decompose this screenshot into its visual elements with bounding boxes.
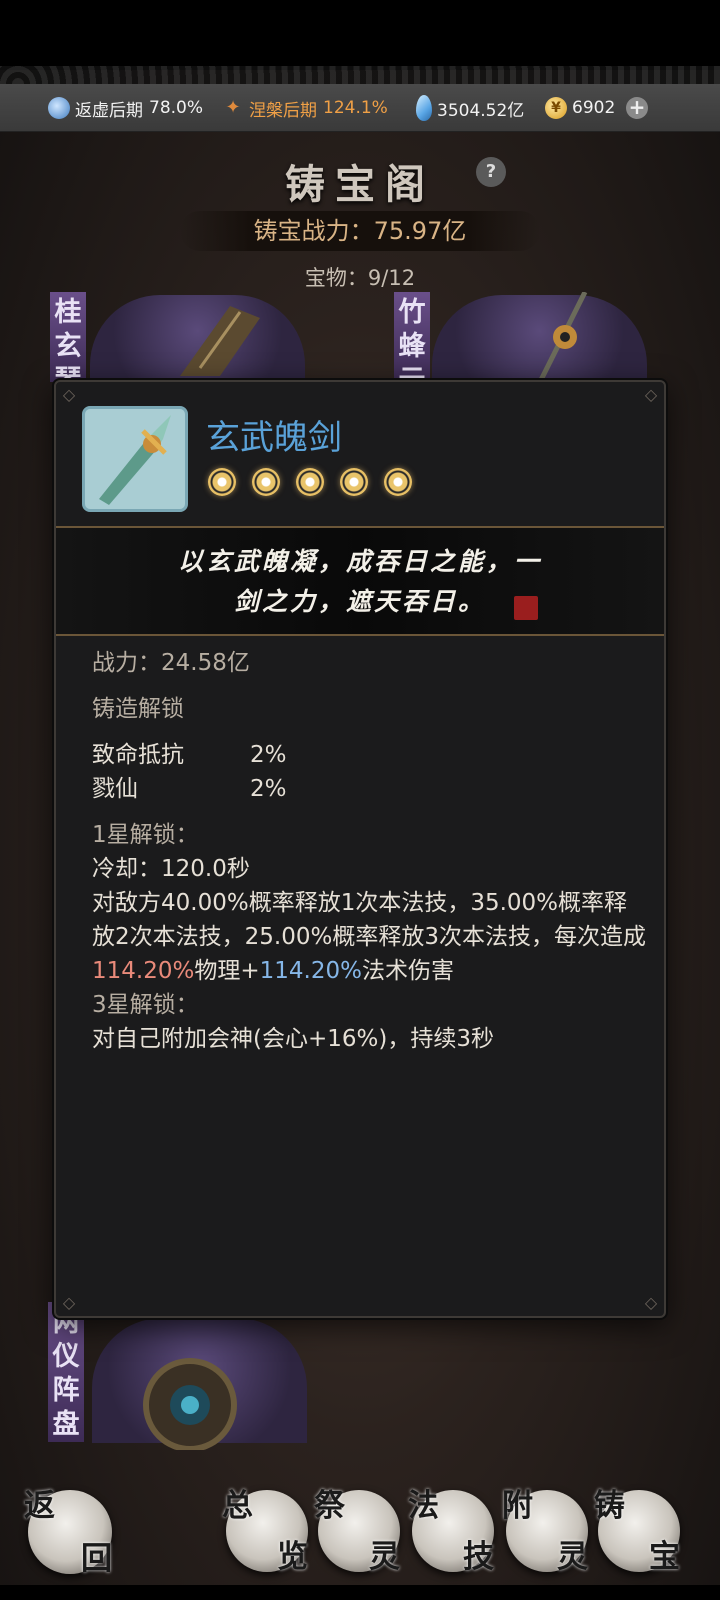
overview-label-a: 总 — [222, 1488, 253, 1524]
skill-label-b: 技 — [463, 1539, 494, 1575]
attach-label-a: 附 — [502, 1488, 533, 1524]
crystal-currency: 3504.52亿 — [416, 84, 524, 132]
stat-value: 2% — [250, 776, 287, 802]
star-icon — [252, 468, 280, 496]
back-label-b: 回 — [81, 1541, 112, 1577]
skill-text-1: 对敌方40.00%概率释放1次本法技，35.00%概率释放2次本法技，25.00… — [92, 890, 646, 950]
plus-icon[interactable]: + — [626, 97, 648, 119]
overview-label-b: 览 — [277, 1539, 308, 1575]
coin-value: 6902 — [572, 98, 616, 118]
skill-text-3: 法术伤害 — [361, 958, 454, 984]
attach-button[interactable]: 附 灵 — [502, 1488, 588, 1575]
skill-description: 对敌方40.00%概率释放1次本法技，35.00%概率释放2次本法技，25.00… — [92, 886, 648, 988]
spear-art — [520, 290, 600, 386]
array-disc-art — [135, 1355, 245, 1454]
treasure-count: 宝物：9/12 — [304, 266, 416, 290]
star-icon — [384, 468, 412, 496]
treasure-thumbnail — [82, 406, 188, 512]
realm-1: 返虚后期 78.0% — [48, 84, 203, 132]
cloud-border — [0, 66, 720, 84]
game-screen: 返虚后期 78.0% ✦ 涅槃后期 124.1% 3504.52亿 ¥ 6902… — [0, 0, 720, 1600]
lore-quote-band: 以玄武魄凝，成吞日之能，一 剑之力，遮天吞日。 — [56, 526, 664, 636]
help-button[interactable]: ? — [476, 157, 506, 187]
realm1-value: 78.0% — [149, 98, 204, 118]
forge-button[interactable]: 铸 宝 — [594, 1488, 680, 1575]
stat-list: 致命抵抗 2% 戮仙 2% — [92, 738, 648, 806]
sacrifice-button[interactable]: 祭 灵 — [314, 1488, 400, 1575]
stat-name: 戮仙 — [92, 776, 138, 802]
treasure-detail-popup: ◇ ◇ ◇ ◇ 玄武魄剑 以玄武魄凝，成吞日之能，一 剑之力，遮天吞日。 战力：… — [54, 380, 666, 1318]
crystal-icon — [416, 95, 432, 121]
coin-icon: ¥ — [545, 97, 567, 119]
corner-ornament-icon: ◇ — [644, 385, 658, 404]
forge-power: 铸宝战力：75.97亿 — [180, 211, 540, 251]
back-label-a: 返 — [24, 1488, 55, 1524]
star-icon — [208, 468, 236, 496]
treasure-power: 战力：24.58亿 — [92, 650, 250, 676]
page-title: 铸宝阁 — [285, 161, 435, 208]
back-button[interactable]: 返 回 — [24, 1488, 112, 1577]
crystal-value: 3504.52亿 — [437, 100, 525, 121]
attach-label-b: 灵 — [557, 1539, 588, 1575]
star-icon — [340, 468, 368, 496]
forge-unlock-title: 铸造解锁 — [92, 696, 184, 722]
sword-icon — [99, 415, 171, 505]
cooldown-line: 冷却：120.0秒 — [92, 856, 250, 882]
overview-button[interactable]: 总 览 — [222, 1488, 308, 1575]
sacrifice-label-b: 灵 — [369, 1539, 400, 1575]
flame-icon: ✦ — [225, 97, 241, 118]
stat-name: 致命抵抗 — [92, 742, 184, 768]
star1-unlock-title: 1星解锁： — [92, 822, 199, 848]
realm1-label: 返虚后期 — [75, 100, 143, 121]
magic-damage-value: 114.20% — [259, 958, 362, 984]
card-label-left-top: 桂玄琴 — [50, 292, 86, 382]
star-icon — [296, 468, 324, 496]
add-currency[interactable]: + — [626, 84, 648, 132]
sacrifice-label-a: 祭 — [314, 1488, 345, 1524]
star3-description: 对自己附加会神(会心+16%)，持续3秒 — [92, 1026, 494, 1052]
star3-unlock-title: 3星解锁： — [92, 992, 199, 1018]
zither-art — [160, 298, 280, 382]
corner-ornament-icon: ◇ — [644, 1293, 658, 1312]
realm2-value: 124.1% — [323, 98, 388, 118]
coin-currency: ¥ 6902 — [545, 84, 615, 132]
card-label-right-top: 竹蜂云 — [394, 292, 430, 382]
lore-line-1: 以玄武魄凝，成吞日之能，一 — [177, 547, 542, 576]
resource-bar: 返虚后期 78.0% ✦ 涅槃后期 124.1% 3504.52亿 ¥ 6902… — [0, 84, 720, 132]
forge-label-b: 宝 — [649, 1539, 680, 1575]
physical-damage-value: 114.20% — [92, 958, 195, 984]
stat-row: 戮仙 2% — [92, 772, 648, 806]
star-rating — [208, 468, 412, 496]
status-bar-area — [0, 0, 720, 70]
skill-label-a: 法 — [408, 1488, 439, 1524]
forge-label-a: 铸 — [594, 1488, 625, 1524]
treasure-name: 玄武魄剑 — [206, 418, 342, 458]
seal-stamp-icon — [514, 596, 538, 620]
stat-row: 致命抵抗 2% — [92, 738, 648, 772]
skill-text-2: 物理+ — [194, 958, 260, 984]
nav-gesture-area — [0, 1585, 720, 1600]
card-label-left-bottom: 两仪阵盘 — [48, 1302, 84, 1442]
realm-2: ✦ 涅槃后期 124.1% — [222, 84, 388, 132]
corner-ornament-icon: ◇ — [62, 385, 76, 404]
skill-button[interactable]: 法 技 — [408, 1488, 494, 1575]
realm2-label: 涅槃后期 — [249, 100, 317, 121]
stat-value: 2% — [250, 742, 287, 768]
realm-orb-icon — [48, 97, 70, 119]
treasure-details: 战力：24.58亿 铸造解锁 致命抵抗 2% 戮仙 2% 1星解锁： 冷却：12… — [92, 646, 648, 1056]
corner-ornament-icon: ◇ — [62, 1293, 76, 1312]
